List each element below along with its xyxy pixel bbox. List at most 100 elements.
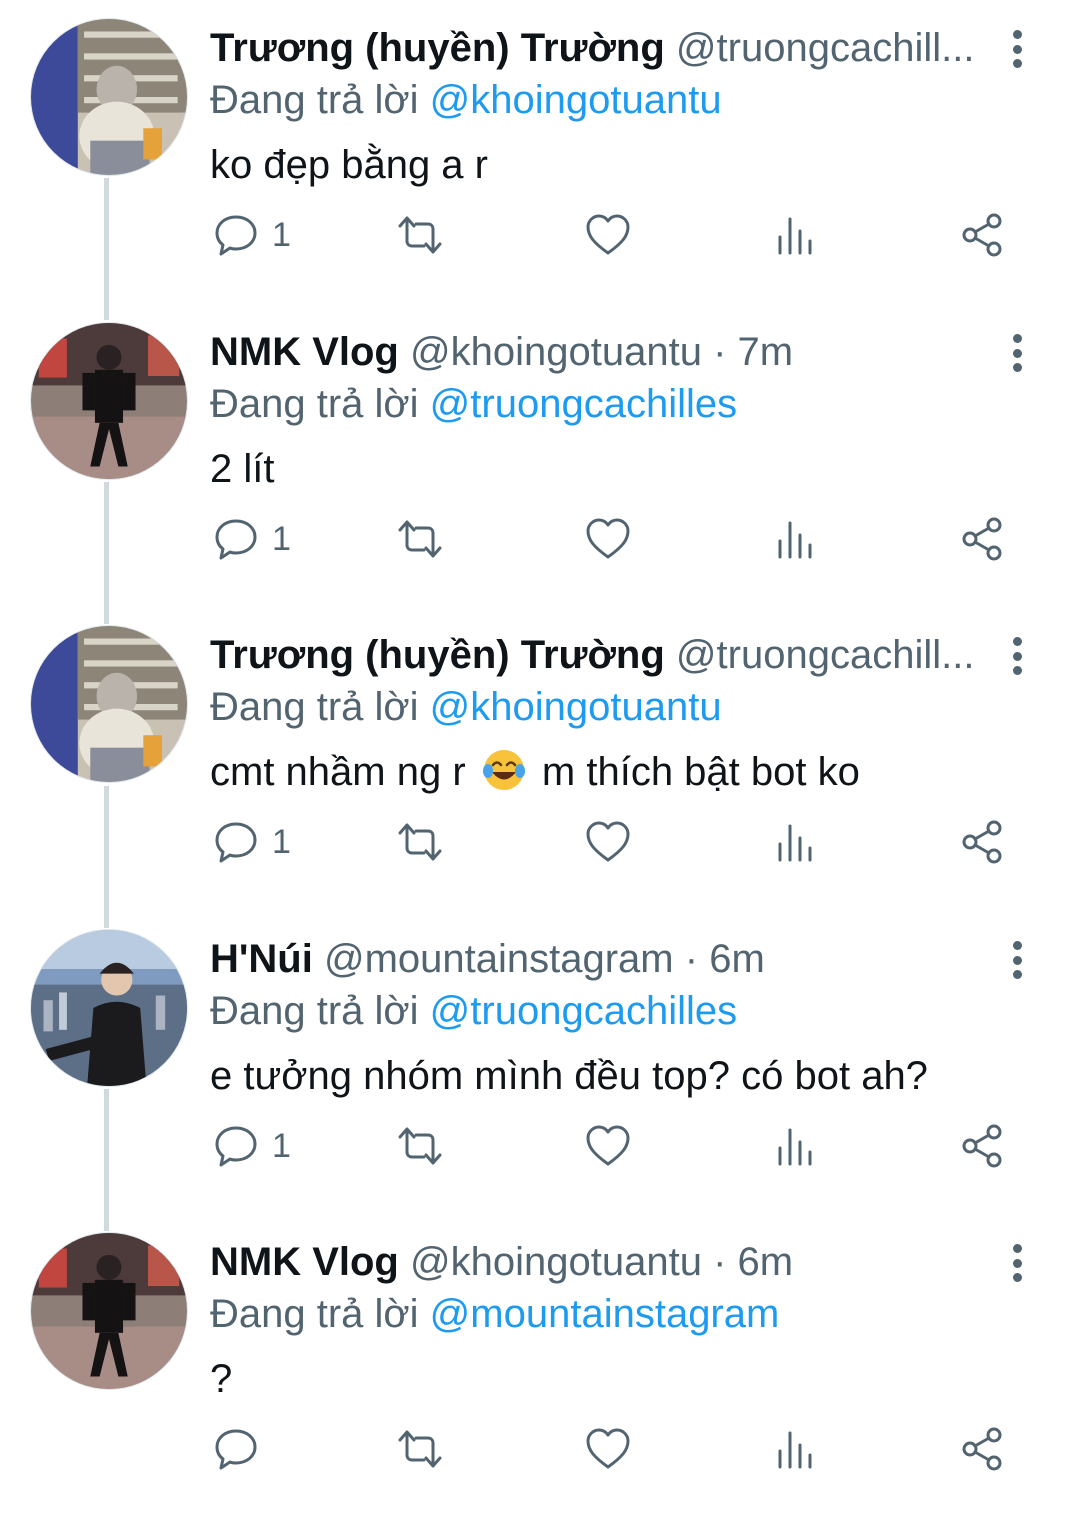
more-icon[interactable] <box>1000 937 1034 983</box>
share-icon <box>962 1124 1002 1168</box>
like-icon <box>586 518 630 559</box>
avatar[interactable] <box>30 929 188 1087</box>
tweet[interactable]: H'Núi @mountainstagram · 6m Đang trả lời… <box>0 911 1080 1214</box>
tweet-actions <box>0 1414 1080 1484</box>
views-button[interactable] <box>772 200 820 270</box>
like-button[interactable] <box>584 200 632 270</box>
replying-to: Đang trả lời @khoingotuantu <box>210 74 722 126</box>
tweet-actions: 1 <box>0 807 1080 877</box>
replying-to-label: Đang trả lời <box>210 1292 419 1336</box>
more-icon[interactable] <box>1000 330 1034 376</box>
views-button[interactable] <box>772 807 820 877</box>
author-handle[interactable]: @khoingotuantu <box>410 330 702 374</box>
views-button[interactable] <box>772 504 820 574</box>
tweet-text: ko đẹp bằng a r <box>210 143 488 187</box>
tweet-header: NMK Vlog @khoingotuantu · 7m <box>210 326 1000 378</box>
retweet-button[interactable] <box>396 807 444 877</box>
share-button[interactable] <box>958 1414 1006 1484</box>
reply-button[interactable]: 1 <box>212 807 291 877</box>
replying-to-label: Đang trả lời <box>210 382 419 426</box>
tweet[interactable]: Trương (huyền) Trường @truongcachill... … <box>0 607 1080 910</box>
like-icon <box>586 821 630 862</box>
replying-to-mention[interactable]: @truongcachilles <box>430 989 737 1033</box>
retweet-icon <box>398 823 442 861</box>
author-handle[interactable]: @truongcachill... <box>676 633 975 677</box>
like-button[interactable] <box>584 1111 632 1181</box>
replying-to-label: Đang trả lời <box>210 989 419 1033</box>
retweet-button[interactable] <box>396 504 444 574</box>
replying-to-mention[interactable]: @truongcachilles <box>430 382 737 426</box>
avatar-nmk-image <box>31 1233 187 1389</box>
tweet-time[interactable]: 6m <box>709 937 765 981</box>
share-icon <box>962 820 1002 864</box>
retweet-icon <box>398 520 442 558</box>
tweet[interactable]: NMK Vlog @khoingotuantu · 6m Đang trả lờ… <box>0 1214 1080 1517</box>
like-icon <box>586 1125 630 1166</box>
tweet-text-part: m thích bật bot ko <box>541 750 860 794</box>
more-icon[interactable] <box>1000 633 1034 679</box>
more-icon[interactable] <box>1000 26 1034 72</box>
reply-count: 1 <box>272 822 291 861</box>
replying-to: Đang trả lời @khoingotuantu <box>210 681 722 733</box>
like-button[interactable] <box>584 807 632 877</box>
reply-button[interactable]: 1 <box>212 1111 291 1181</box>
author-name[interactable]: NMK Vlog <box>210 1240 399 1284</box>
reply-count: 1 <box>272 1126 291 1165</box>
author-handle[interactable]: @mountainstagram <box>324 937 674 981</box>
like-button[interactable] <box>584 504 632 574</box>
face-with-tears-of-joy-icon <box>482 750 525 790</box>
reply-button[interactable]: 1 <box>212 200 291 270</box>
tweet-header: Trương (huyền) Trường @truongcachill... <box>210 22 1000 74</box>
like-icon <box>586 1428 630 1469</box>
avatar[interactable] <box>30 1232 188 1390</box>
share-button[interactable] <box>958 200 1006 270</box>
separator-dot: · <box>713 330 727 374</box>
retweet-button[interactable] <box>396 200 444 270</box>
views-icon <box>778 217 812 255</box>
share-button[interactable] <box>958 807 1006 877</box>
like-button[interactable] <box>584 1414 632 1484</box>
avatar[interactable] <box>30 18 188 176</box>
retweet-button[interactable] <box>396 1111 444 1181</box>
views-icon <box>778 824 812 862</box>
author-name[interactable]: Trương (huyền) Trường <box>210 633 665 677</box>
author-name[interactable]: NMK Vlog <box>210 330 399 374</box>
tweet-actions: 1 <box>0 200 1080 270</box>
tweet-text: e tưởng nhóm mình đều top? có bot ah? <box>210 1054 928 1098</box>
tweet-text: 2 lít <box>210 447 275 491</box>
share-button[interactable] <box>958 504 1006 574</box>
reply-icon <box>215 822 257 863</box>
tweet-header: Trương (huyền) Trường @truongcachill... <box>210 629 1000 681</box>
replying-to-mention[interactable]: @mountainstagram <box>430 1292 780 1336</box>
replying-to-mention[interactable]: @khoingotuantu <box>430 685 722 729</box>
avatar-truong-image <box>31 626 187 782</box>
author-name[interactable]: Trương (huyền) Trường <box>210 26 665 70</box>
views-button[interactable] <box>772 1111 820 1181</box>
views-button[interactable] <box>772 1414 820 1484</box>
tweet-actions: 1 <box>0 504 1080 574</box>
retweet-icon <box>398 1430 442 1468</box>
retweet-icon <box>398 216 442 254</box>
author-name[interactable]: H'Núi <box>210 937 313 981</box>
reply-button[interactable] <box>212 1414 272 1484</box>
reply-icon <box>215 519 257 560</box>
tweet-time[interactable]: 6m <box>738 1240 794 1284</box>
avatar-nmk-image <box>31 323 187 479</box>
avatar[interactable] <box>30 625 188 783</box>
replying-to-mention[interactable]: @khoingotuantu <box>430 78 722 122</box>
retweet-icon <box>398 1127 442 1165</box>
share-icon <box>962 1427 1002 1471</box>
share-button[interactable] <box>958 1111 1006 1181</box>
author-handle[interactable]: @khoingotuantu <box>410 1240 702 1284</box>
more-icon[interactable] <box>1000 1240 1034 1286</box>
author-handle[interactable]: @truongcachill... <box>676 26 975 70</box>
avatar[interactable] <box>30 322 188 480</box>
tweet[interactable]: NMK Vlog @khoingotuantu · 7m Đang trả lờ… <box>0 304 1080 607</box>
replying-to-label: Đang trả lời <box>210 685 419 729</box>
reply-button[interactable]: 1 <box>212 504 291 574</box>
tweet[interactable]: Trương (huyền) Trường @truongcachill... … <box>0 0 1080 303</box>
tweet-text-part: cmt nhầm ng r <box>210 750 466 794</box>
tweet-time[interactable]: 7m <box>738 330 794 374</box>
retweet-button[interactable] <box>396 1414 444 1484</box>
avatar-truong-image <box>31 19 187 175</box>
